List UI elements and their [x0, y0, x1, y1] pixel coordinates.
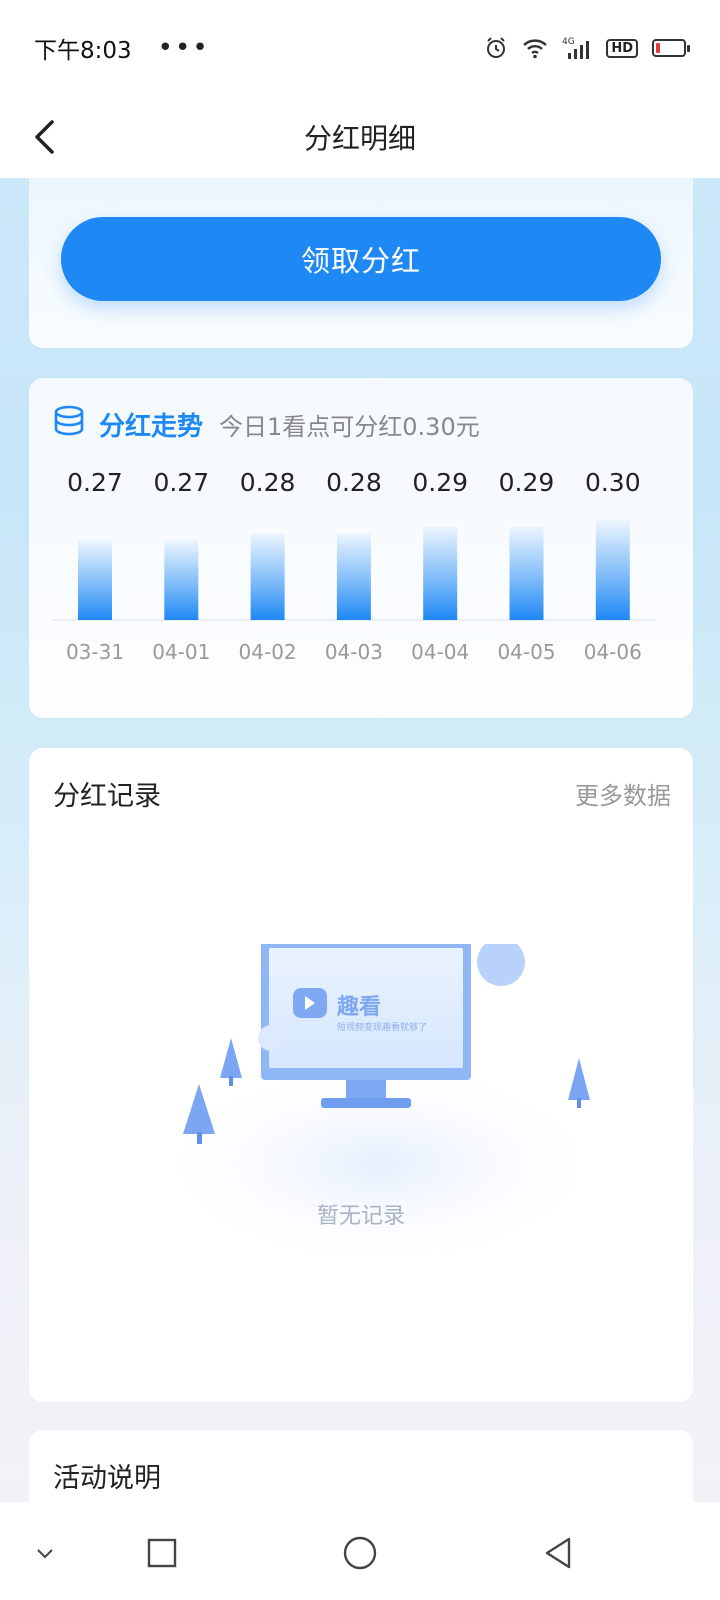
chart-tick-label-03-31: 03-31: [66, 640, 124, 664]
chart-bar-04-06: [595, 520, 630, 620]
battery-icon: [652, 39, 690, 57]
chart-bar-04-02: [250, 533, 285, 620]
chart-tick-label-04-02: 04-02: [239, 640, 297, 664]
chart-bar-04-01: [164, 540, 199, 620]
chart-tick-label-04-03: 04-03: [325, 640, 383, 664]
system-nav-bar: [0, 1502, 720, 1600]
alarm-icon: [484, 36, 508, 60]
chart-value-label-04-06: 0.30: [585, 468, 641, 497]
claim-card: 领取分红: [29, 178, 693, 348]
chart-bar-04-03: [336, 533, 371, 620]
chart-tick-label-04-05: 04-05: [497, 640, 555, 664]
square-icon: [147, 1538, 177, 1568]
network-type-label: 4G: [562, 37, 575, 47]
chart-bar-04-05: [509, 526, 544, 620]
description-title: 活动说明: [53, 1463, 161, 1494]
back-button[interactable]: [22, 114, 68, 160]
trend-card: 分红走势 今日1看点可分红0.30元 0.27 03-31 0.27 04-01 0.2…: [29, 378, 693, 718]
records-title: 分红记录: [53, 781, 161, 812]
dividend-trend-chart: 0.27 03-31 0.27 04-01 0.28 04-02 0.28 04-03 0.29…: [53, 468, 657, 664]
status-more-dots: •••: [157, 33, 210, 63]
records-card: 分红记录 更多数据 趣看 短视频变现趣看就够了 暂无记录: [29, 748, 693, 1402]
status-bar: 下午8:03 ••• 4G HD: [0, 0, 720, 96]
logo-slogan: 短视频变现趣看就够了: [337, 1021, 427, 1033]
more-data-link[interactable]: 更多数据: [575, 776, 671, 811]
chart-value-label-04-04: 0.29: [412, 468, 468, 497]
status-time: 下午8:03: [34, 38, 132, 64]
triangle-back-icon: [545, 1537, 571, 1569]
claim-dividend-button[interactable]: 领取分红: [61, 217, 661, 301]
circle-icon: [343, 1536, 377, 1570]
wifi-icon: [522, 37, 548, 59]
chart-value-label-04-03: 0.28: [326, 468, 382, 497]
page-title: 分红明细: [303, 122, 416, 155]
chart-value-label-04-05: 0.29: [499, 468, 555, 497]
chart-tick-label-04-01: 04-01: [152, 640, 210, 664]
chevron-left-icon: [35, 120, 54, 154]
nav-bar: 分红明细: [0, 96, 720, 178]
logo-text: 趣看: [336, 994, 381, 1020]
chart-value-label-04-01: 0.27: [153, 468, 209, 497]
chart-bar-03-31: [78, 540, 112, 620]
nav-collapse-button[interactable]: [20, 1528, 70, 1578]
chart-value-label-03-31: 0.27: [67, 468, 123, 497]
chart-tick-label-04-04: 04-04: [411, 640, 469, 664]
home-button[interactable]: [335, 1528, 385, 1578]
signal-icon: 4G: [562, 35, 592, 61]
empty-state-text: 暂无记录: [316, 1204, 405, 1229]
hd-badge: HD: [606, 38, 638, 58]
system-back-button[interactable]: [533, 1528, 583, 1578]
chart-tick-label-04-06: 04-06: [584, 640, 642, 664]
chevron-down-icon: [37, 1549, 53, 1559]
chart-bar-04-04: [423, 526, 458, 620]
recent-apps-button[interactable]: [137, 1528, 187, 1578]
chart-value-label-04-02: 0.28: [240, 468, 296, 497]
